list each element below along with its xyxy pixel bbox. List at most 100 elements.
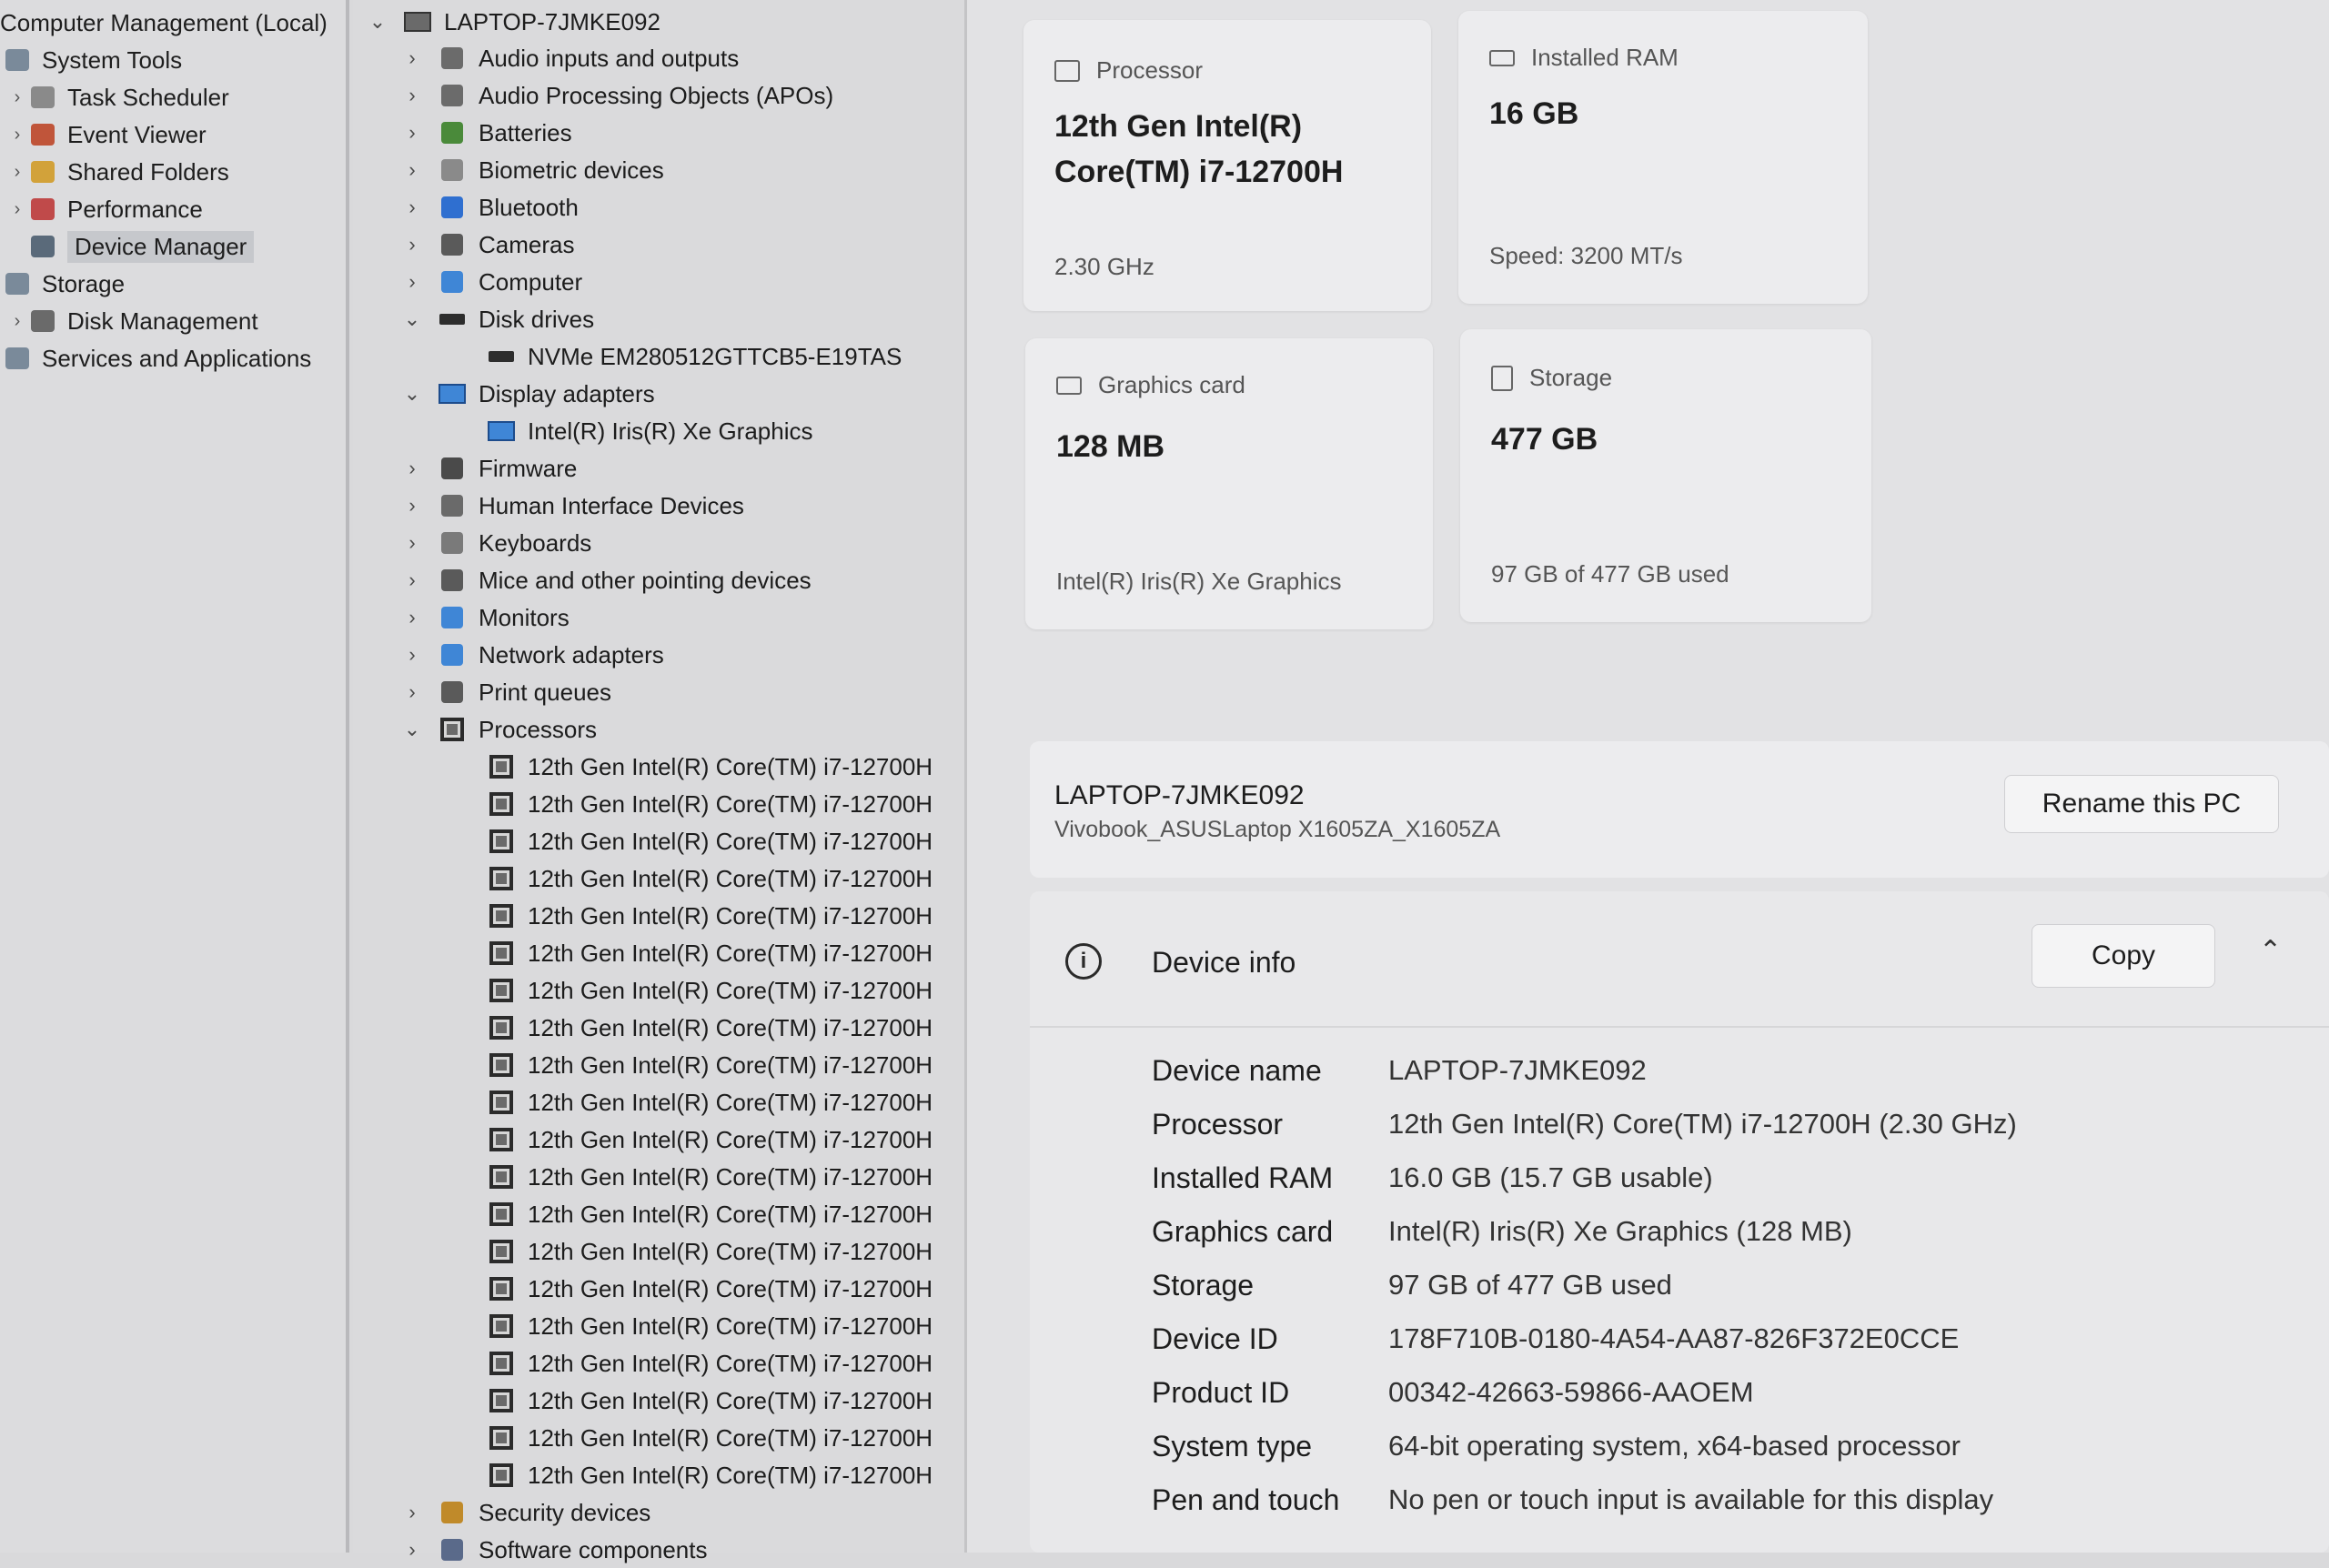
tree-device[interactable]: 12th Gen Intel(R) Core(TM) i7-12700H <box>486 1420 933 1456</box>
nav-item[interactable]: › Task Scheduler <box>7 79 229 116</box>
tree-category[interactable]: › Biometric devices <box>400 152 663 188</box>
tree-device[interactable]: 12th Gen Intel(R) Core(TM) i7-12700H <box>486 823 933 859</box>
tree-device-label: 12th Gen Intel(R) Core(TM) i7-12700H <box>528 1386 933 1414</box>
tree-category[interactable]: › Monitors <box>400 599 569 636</box>
chevron-right-icon[interactable]: › <box>400 158 424 182</box>
tree-device[interactable]: 12th Gen Intel(R) Core(TM) i7-12700H <box>486 1271 933 1307</box>
nav-item[interactable]: Storage <box>2 266 125 302</box>
tree-category[interactable]: › Network adapters <box>400 637 663 673</box>
nav-item[interactable]: Device Manager <box>7 228 255 265</box>
copy-button[interactable]: Copy <box>2032 924 2215 988</box>
tree-device[interactable]: 12th Gen Intel(R) Core(TM) i7-12700H <box>486 1196 933 1232</box>
nav-item[interactable]: Services and Applications <box>2 340 311 377</box>
processor-icon <box>486 1126 517 1153</box>
tree-category[interactable]: › Audio inputs and outputs <box>400 40 739 76</box>
tree-category-label: Human Interface Devices <box>479 491 744 519</box>
tree-device[interactable]: 12th Gen Intel(R) Core(TM) i7-12700H <box>486 898 933 934</box>
tree-category[interactable]: › Human Interface Devices <box>400 487 744 524</box>
chevron-up-icon[interactable]: ⌃ <box>2259 935 2282 967</box>
clock-icon <box>27 84 58 111</box>
processor-icon <box>486 865 517 892</box>
chevron-right-icon[interactable]: › <box>7 125 27 146</box>
nav-item[interactable]: System Tools <box>2 42 182 78</box>
tree-category-expanded[interactable]: ⌄ Processors <box>400 711 597 748</box>
processor-icon <box>486 1238 517 1265</box>
tree-device-label: 12th Gen Intel(R) Core(TM) i7-12700H <box>528 789 933 818</box>
tree-device[interactable]: 12th Gen Intel(R) Core(TM) i7-12700H <box>486 1457 933 1493</box>
tree-category[interactable]: › Bluetooth <box>400 189 579 226</box>
tree-device[interactable]: 12th Gen Intel(R) Core(TM) i7-12700H <box>486 1047 933 1083</box>
processor-icon <box>1054 59 1080 82</box>
tree-category-expanded[interactable]: ⌄ Disk drives <box>400 301 594 337</box>
chevron-right-icon[interactable]: › <box>400 1501 424 1524</box>
nav-item[interactable]: › Disk Management <box>7 303 258 339</box>
chevron-right-icon[interactable]: › <box>400 1538 424 1562</box>
chevron-right-icon[interactable]: › <box>7 199 27 220</box>
tree-device[interactable]: 12th Gen Intel(R) Core(TM) i7-12700H <box>486 935 933 971</box>
tree-device-label: Intel(R) Iris(R) Xe Graphics <box>528 417 813 445</box>
tree-device[interactable]: NVMe EM280512GTTCB5-E19TAS <box>486 338 902 375</box>
tree-device[interactable]: Intel(R) Iris(R) Xe Graphics <box>486 413 813 449</box>
tree-category[interactable]: › Computer <box>400 264 582 300</box>
chevron-down-icon[interactable]: ⌄ <box>400 718 424 741</box>
tree-category[interactable]: › Batteries <box>400 115 571 151</box>
tree-device[interactable]: 12th Gen Intel(R) Core(TM) i7-12700H <box>486 1382 933 1419</box>
tree-device[interactable]: 12th Gen Intel(R) Core(TM) i7-12700H <box>486 749 933 785</box>
chevron-right-icon[interactable]: › <box>7 311 27 332</box>
nav-item-label: Device Manager <box>67 230 255 263</box>
tree-category[interactable]: › Keyboards <box>400 525 591 561</box>
chevron-right-icon[interactable]: › <box>400 84 424 107</box>
device-info-row: Device ID 178F710B-0180-4A54-AA87-826F372… <box>1152 1316 2316 1362</box>
tree-category[interactable]: › Audio Processing Objects (APOs) <box>400 77 833 114</box>
tree-device[interactable]: 12th Gen Intel(R) Core(TM) i7-12700H <box>486 786 933 822</box>
chevron-right-icon[interactable]: › <box>400 46 424 70</box>
tree-device[interactable]: 12th Gen Intel(R) Core(TM) i7-12700H <box>486 1345 933 1382</box>
chevron-right-icon[interactable]: › <box>400 494 424 518</box>
rename-pc-button[interactable]: Rename this PC <box>2004 775 2279 833</box>
chevron-right-icon[interactable]: › <box>400 568 424 592</box>
tree-device[interactable]: 12th Gen Intel(R) Core(TM) i7-12700H <box>486 1084 933 1121</box>
tree-category[interactable]: › Mice and other pointing devices <box>400 562 811 598</box>
device-info-row: Storage 97 GB of 477 GB used <box>1152 1262 2316 1308</box>
tree-device[interactable]: 12th Gen Intel(R) Core(TM) i7-12700H <box>486 860 933 897</box>
tree-category[interactable]: › Software components <box>400 1532 707 1568</box>
nav-root[interactable]: Computer Management (Local) <box>0 5 328 41</box>
bluetooth-icon <box>437 194 468 221</box>
tree-category-expanded[interactable]: ⌄ Display adapters <box>400 376 655 412</box>
tree-category[interactable]: › Cameras <box>400 226 574 263</box>
tree-root[interactable]: ⌄ LAPTOP-7JMKE092 <box>366 4 660 40</box>
chevron-right-icon[interactable]: › <box>400 606 424 629</box>
tree-category[interactable]: › Security devices <box>400 1494 650 1531</box>
chevron-right-icon[interactable]: › <box>400 680 424 704</box>
tree-device[interactable]: 12th Gen Intel(R) Core(TM) i7-12700H <box>486 1159 933 1195</box>
chevron-right-icon[interactable]: › <box>400 196 424 219</box>
nav-item[interactable]: › Event Viewer <box>7 116 207 153</box>
chevron-right-icon[interactable]: › <box>400 457 424 480</box>
processor-icon <box>486 1275 517 1302</box>
tree-device-label: NVMe EM280512GTTCB5-E19TAS <box>528 342 902 370</box>
chevron-down-icon[interactable]: ⌄ <box>400 382 424 406</box>
chevron-right-icon[interactable]: › <box>400 643 424 667</box>
chevron-right-icon[interactable]: › <box>7 87 27 108</box>
chevron-right-icon[interactable]: › <box>400 531 424 555</box>
chevron-right-icon[interactable]: › <box>400 233 424 256</box>
chevron-right-icon[interactable]: › <box>400 270 424 294</box>
nav-item[interactable]: › Shared Folders <box>7 154 229 190</box>
chevron-right-icon[interactable]: › <box>400 121 424 145</box>
nav-item[interactable]: › Performance <box>7 191 203 227</box>
tree-device[interactable]: 12th Gen Intel(R) Core(TM) i7-12700H <box>486 1121 933 1158</box>
nav-item-label: Shared Folders <box>67 157 229 186</box>
tree-device[interactable]: 12th Gen Intel(R) Core(TM) i7-12700H <box>486 1010 933 1046</box>
chevron-down-icon[interactable]: ⌄ <box>366 10 389 34</box>
tree-category[interactable]: › Firmware <box>400 450 577 487</box>
tree-category[interactable]: › Print queues <box>400 674 611 710</box>
device-info-value: 00342-42663-59866-AAOEM <box>1388 1376 1754 1408</box>
tree-device[interactable]: 12th Gen Intel(R) Core(TM) i7-12700H <box>486 972 933 1009</box>
processor-icon <box>486 1387 517 1414</box>
tree-device-label: 12th Gen Intel(R) Core(TM) i7-12700H <box>528 1125 933 1153</box>
chevron-down-icon[interactable]: ⌄ <box>400 307 424 331</box>
tree-device[interactable]: 12th Gen Intel(R) Core(TM) i7-12700H <box>486 1308 933 1344</box>
device-info-label: System type <box>1152 1429 1313 1462</box>
chevron-right-icon[interactable]: › <box>7 162 27 183</box>
tree-device[interactable]: 12th Gen Intel(R) Core(TM) i7-12700H <box>486 1233 933 1270</box>
